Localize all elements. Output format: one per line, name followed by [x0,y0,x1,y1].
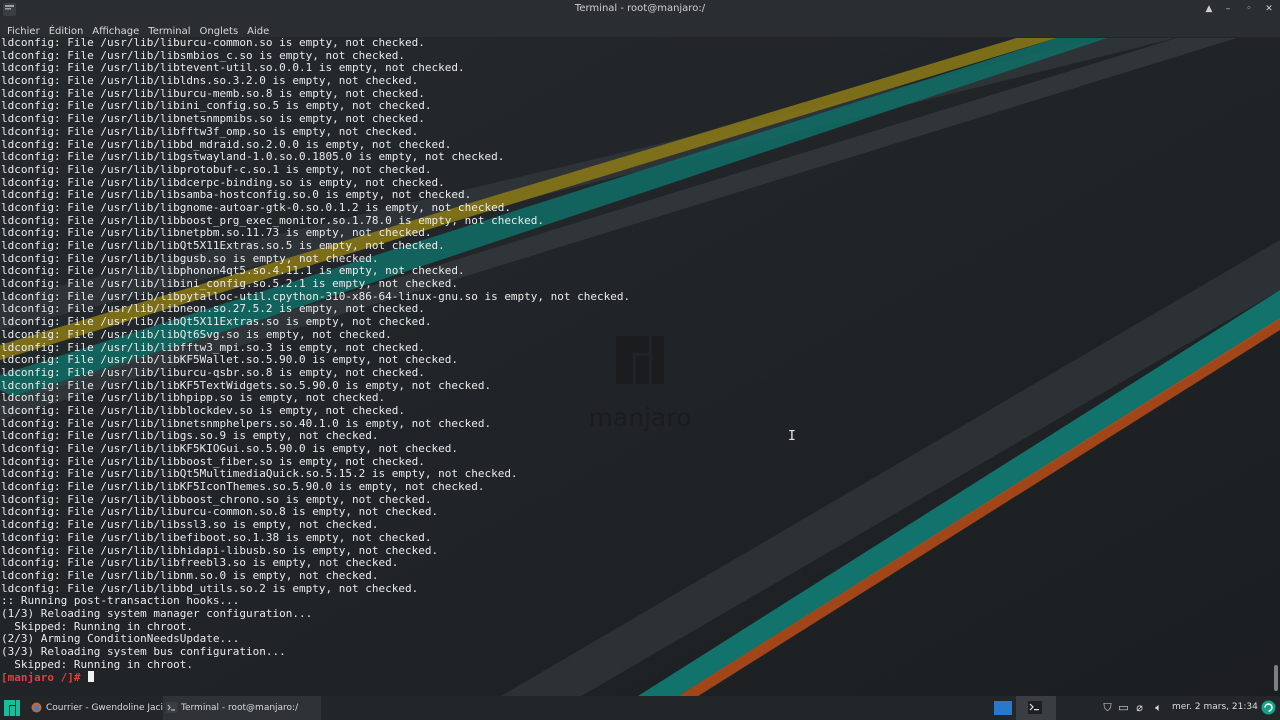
maximize-icon[interactable]: ◦ [1242,2,1256,16]
volume-icon[interactable]: 🔈︎ [1152,701,1165,714]
terminal-line: ldconfig: File /usr/lib/libgnome-autoar-… [1,200,511,214]
taskbar-task-label: Terminal - root@manjaro:/ [181,703,299,713]
taskbar-task-label: Courrier - Gwendoline Jaci... [46,703,172,713]
manjaro-menu-icon[interactable] [3,698,21,718]
window-title: Terminal - root@manjaro:/ [574,3,706,14]
terminal-line: ldconfig: File /usr/lib/libKF5IconThemes… [1,480,485,494]
terminal-line: ldconfig: File /usr/lib/libKF5Wallet.so.… [1,353,458,367]
clipboard-icon[interactable]: ⌀ [1133,701,1146,714]
terminal-lines: ldconfig: File /usr/lib/liburcu-common.s… [1,37,630,684]
taskbar-task-courrier[interactable]: Courrier - Gwendoline Jaci... [28,696,181,720]
update-icon[interactable] [1261,700,1276,715]
terminal-cursor [88,671,95,683]
terminal-line: ldconfig: File /usr/lib/libini_config.so… [1,277,458,291]
close-icon[interactable]: ✕ [1262,2,1276,16]
taskbar-task-terminal[interactable]: Terminal - root@manjaro:/ [163,696,321,720]
terminal-line: ldconfig: File /usr/lib/libldns.so.3.2.0… [1,74,419,88]
terminal-line: ldconfig: File /usr/lib/liburcu-qsbr.so.… [1,365,425,379]
terminal-line: ldconfig: File /usr/lib/libprotobuf-c.so… [1,162,432,176]
menubar: Fichier Édition Affichage Terminal Onglets Ai… [0,19,1280,38]
clock[interactable]: mer. 2 mars, 21:34 [1172,702,1258,712]
terminal-line: ldconfig: File /usr/lib/libKF5KIOGui.so.… [1,442,458,455]
terminal-output[interactable]: ldconfig: File /usr/lib/liburcu-common.s… [0,37,1272,693]
terminal-line: ldconfig: File /usr/lib/libQt5X11Extras.… [1,239,445,252]
terminal-line: ldconfig: File /usr/lib/libgstwayland-1.… [1,150,505,164]
keep-above-icon[interactable]: ▲ [1202,2,1216,16]
thunderbird-icon [31,702,42,713]
terminal-icon [166,702,177,713]
workspace-1[interactable] [994,701,1012,715]
terminal-prompt-line[interactable]: [manjaro /]# [1,671,630,684]
scrollbar-thumb[interactable] [1274,665,1278,691]
menu-aide[interactable]: Aide [245,23,271,41]
terminal-line: ldconfig: File /usr/lib/libefiboot.so.1.… [1,530,432,544]
menu-edition[interactable]: Édition [47,23,86,41]
terminal-line: ldconfig: File /usr/lib/libQt5X11Extras.… [1,315,432,329]
terminal-line: ldconfig: File /usr/lib/libQt6Svg.so is … [1,327,392,341]
minimize-icon[interactable]: – [1221,2,1235,16]
taskbar: Courrier - Gwendoline Jaci... Terminal -… [0,696,1280,720]
terminal-line: ldconfig: File /usr/lib/libfftw3f_omp.so… [1,124,419,138]
terminal-scrollbar[interactable] [1272,37,1280,693]
notification-icon[interactable]: ▭ [1117,701,1130,714]
terminal-line: Skipped: Running in chroot. [1,657,194,671]
terminal-line: ldconfig: File /usr/lib/libnm.so.0 is em… [1,568,379,582]
terminal-line: ldconfig: File /usr/lib/libnetsnmpmibs.s… [1,112,425,126]
menu-fichier[interactable]: Fichier [5,23,42,41]
terminal-line: ldconfig: File /usr/lib/libssl3.so is em… [1,518,379,532]
workspace-2[interactable] [1016,696,1056,720]
terminal-line: (1/3) Reloading system manager configura… [1,606,313,620]
menu-affichage[interactable]: Affichage [90,23,141,41]
terminal-line: ldconfig: File /usr/lib/libblockdev.so i… [1,403,405,417]
menu-onglets[interactable]: Onglets [198,23,241,41]
menu-terminal[interactable]: Terminal [146,23,192,41]
terminal-line: (3/3) Reloading system bus configuration… [1,645,286,658]
shield-icon[interactable]: ⛉ [1101,701,1114,714]
text-cursor-icon: I [788,429,796,444]
shell-prompt: [manjaro /]# [1,671,88,685]
window-titlebar[interactable]: Terminal - root@manjaro:/ ▲ – ◦ ✕ [0,0,1280,19]
terminal-line: ldconfig: File /usr/lib/libfreebl3.so is… [1,556,399,570]
terminal-window-thumbnail-icon [1028,701,1042,714]
